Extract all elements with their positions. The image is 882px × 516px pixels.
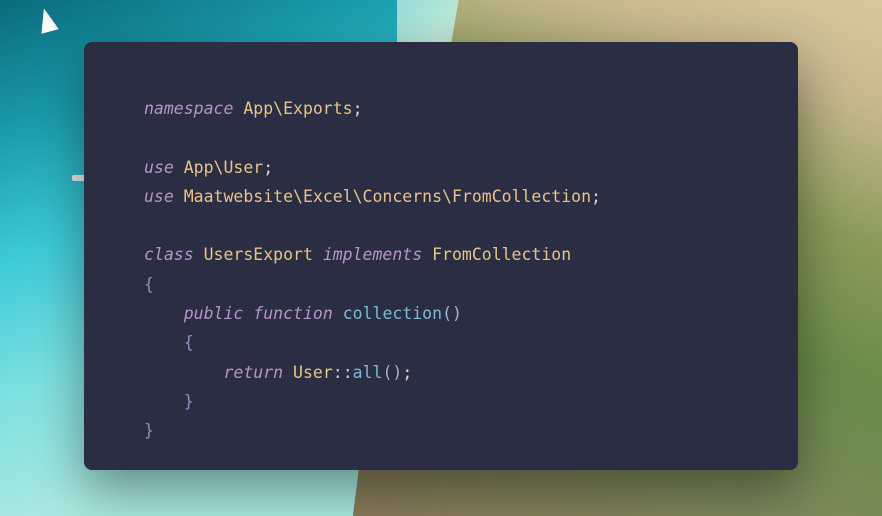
indent (144, 304, 184, 323)
indent (144, 392, 184, 411)
semicolon: ; (402, 363, 412, 382)
brace-open: { (144, 275, 154, 294)
brace-close: } (144, 421, 154, 440)
keyword-public: public (184, 304, 244, 323)
brace-open: { (184, 333, 194, 352)
class-name: UsersExport (194, 245, 323, 264)
semicolon: ; (591, 187, 601, 206)
indent (144, 333, 184, 352)
keyword-class: class (144, 245, 194, 264)
keyword-function: function (253, 304, 332, 323)
function-name: collection (333, 304, 442, 323)
semicolon: ; (353, 99, 363, 118)
namespace-path: App\Exports (233, 99, 352, 118)
keyword-return: return (223, 363, 283, 382)
parentheses: () (442, 304, 462, 323)
code-editor-window: namespace App\Exports; use App\User; use… (84, 42, 798, 470)
interface-name: FromCollection (422, 245, 571, 264)
keyword-use: use (144, 187, 174, 206)
keyword-use: use (144, 158, 174, 177)
use-path: Maatwebsite\Excel\Concerns\FromCollectio… (174, 187, 591, 206)
brace-close: } (184, 392, 194, 411)
keyword-namespace: namespace (144, 99, 233, 118)
indent (144, 363, 223, 382)
method-name: all (353, 363, 383, 382)
code-block: namespace App\Exports; use App\User; use… (144, 94, 738, 446)
class-ref: User (283, 363, 333, 382)
keyword-implements: implements (323, 245, 422, 264)
parentheses: () (382, 363, 402, 382)
static-operator: :: (333, 363, 353, 382)
use-path: App\User (174, 158, 263, 177)
semicolon: ; (263, 158, 273, 177)
